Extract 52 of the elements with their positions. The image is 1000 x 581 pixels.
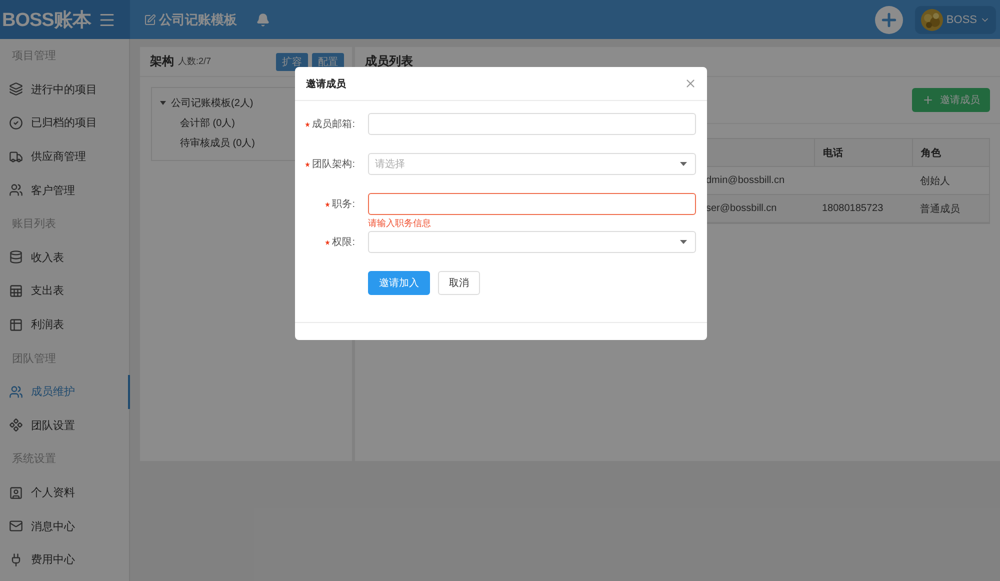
sidebar-item[interactable]: 利润表: [0, 308, 130, 342]
input-field[interactable]: [368, 193, 696, 215]
sidebar-item[interactable]: 进行中的项目: [0, 72, 130, 106]
database-icon: [9, 250, 23, 264]
tree-node[interactable]: 待审核成员 (0人): [180, 136, 255, 150]
sidebar-item[interactable]: 费用中心: [0, 542, 130, 576]
field-label: 团队架构:: [312, 158, 355, 171]
plug-icon: [9, 552, 23, 567]
edit-icon: [144, 14, 156, 26]
sidebar-item[interactable]: 已归档的项目: [0, 106, 130, 140]
table-icon: [9, 318, 23, 332]
users-icon: [9, 384, 23, 399]
column-header: 电话: [814, 139, 912, 167]
panel-title: 成员列表: [365, 53, 413, 70]
panel-title: 架构: [150, 53, 174, 70]
caret-icon: [680, 240, 687, 244]
layers-icon: [9, 82, 23, 96]
sidebar-item[interactable]: 收入表: [0, 240, 130, 274]
select-field[interactable]: [368, 231, 696, 253]
sidebar-item[interactable]: 消息中心: [0, 509, 130, 543]
user-menu[interactable]: BOSS: [915, 6, 996, 34]
check-circle-icon: [9, 116, 23, 130]
sidebar-item[interactable]: 客户管理: [0, 173, 130, 207]
users-icon: [9, 183, 23, 198]
mail-icon: [9, 519, 23, 534]
field-label: 成员邮箱:: [312, 118, 355, 131]
sidebar-item[interactable]: 支出表: [0, 274, 130, 308]
column-header: 角色: [912, 139, 989, 167]
sheet-icon: [9, 284, 23, 298]
table-cell: 18080185723: [814, 195, 912, 223]
caret-icon[interactable]: [160, 100, 166, 106]
cancel-button[interactable]: 取消: [438, 271, 480, 295]
sidebar-item[interactable]: 供应商管理: [0, 140, 130, 174]
plus-icon: [922, 94, 934, 106]
logo: BOSS账本: [2, 8, 91, 32]
sidebar-item[interactable]: 成员维护: [0, 374, 130, 409]
field-label: 权限:: [332, 236, 355, 249]
member-count: 人数:2/7: [178, 55, 212, 68]
field-label: 职务:: [332, 198, 355, 211]
sidebar-item[interactable]: 个人资料: [0, 476, 130, 510]
dialog-title: 邀请成员: [306, 78, 346, 90]
tree-node[interactable]: 公司记账模板(2人): [171, 96, 254, 110]
bell-icon[interactable]: [256, 12, 270, 26]
submit-button[interactable]: 邀请加入: [368, 271, 430, 295]
truck-icon: [9, 150, 23, 164]
sidebar-item[interactable]: 团队设置: [0, 408, 130, 442]
add-button[interactable]: [875, 6, 904, 34]
user-card-icon: [9, 486, 23, 500]
close-icon[interactable]: [684, 77, 697, 90]
tree-node[interactable]: 会计部 (0人): [180, 116, 235, 130]
avatar: [921, 8, 944, 30]
table-cell: 普通成员: [912, 195, 989, 223]
